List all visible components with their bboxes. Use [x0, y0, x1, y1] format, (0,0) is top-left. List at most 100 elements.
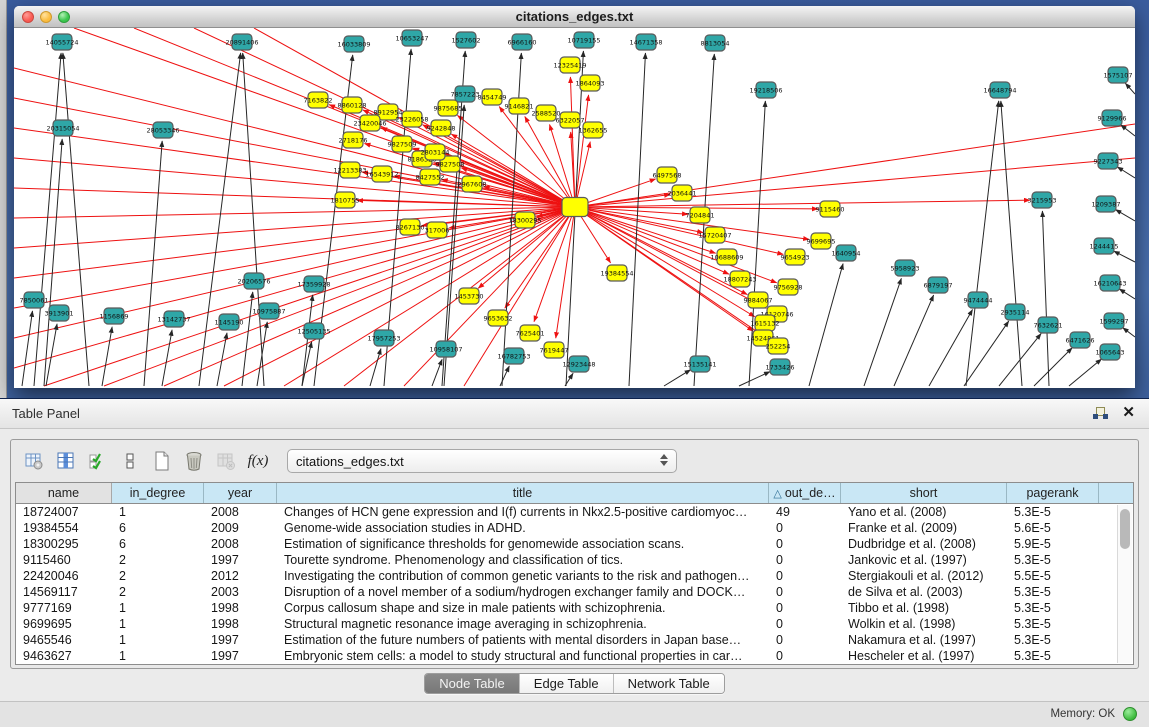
graph-node[interactable]: 7619447	[540, 342, 569, 358]
cell-name[interactable]: 18724007	[16, 504, 112, 520]
window-titlebar[interactable]: citations_edges.txt	[14, 6, 1135, 28]
cell-year[interactable]: 1998	[204, 600, 277, 616]
cell-in_degree[interactable]: 1	[112, 648, 204, 664]
graph-node[interactable]: 1810755	[331, 192, 360, 208]
graph-node[interactable]: 15135141	[683, 356, 716, 372]
graph-node[interactable]: 7625401	[516, 325, 545, 341]
cell-out_degree[interactable]: 0	[769, 552, 841, 568]
cell-pagerank[interactable]: 5.3E-5	[1007, 632, 1099, 648]
cell-out_degree[interactable]: 0	[769, 632, 841, 648]
cell-title[interactable]: Corpus callosum shape and size in male p…	[277, 600, 769, 616]
cell-in_degree[interactable]: 6	[112, 536, 204, 552]
graph-node[interactable]: 16210643	[1093, 275, 1126, 291]
cell-in_degree[interactable]: 1	[112, 632, 204, 648]
vertical-scrollbar[interactable]	[1117, 505, 1132, 663]
cell-short[interactable]: Dudbridge et al. (2008)	[841, 536, 1007, 552]
cell-out_degree[interactable]: 49	[769, 504, 841, 520]
table-row[interactable]: 1938455462009Genome-wide association stu…	[16, 520, 1117, 536]
table-selector[interactable]: citations_edges.txt	[287, 449, 677, 473]
cell-title[interactable]: Embryonic stem cells: a model to study s…	[277, 648, 769, 664]
graph-node[interactable]: 3215953	[1028, 192, 1057, 208]
cell-year[interactable]: 2008	[204, 536, 277, 552]
column-header-title[interactable]: title	[277, 483, 769, 503]
graph-node[interactable]: 9115460	[816, 201, 845, 217]
minimize-window-button[interactable]	[40, 11, 52, 23]
graph-node[interactable]: 8860128	[338, 97, 367, 113]
table-row[interactable]: 1456911722003Disruption of a novel membe…	[16, 584, 1117, 600]
table-row[interactable]: 969969511998Structural magnetic resonanc…	[16, 616, 1117, 632]
graph-node[interactable]: 2803144	[421, 144, 450, 160]
graph-node[interactable]: 6471626	[1066, 332, 1095, 348]
graph-node[interactable]: 17957253	[367, 330, 400, 346]
cell-short[interactable]: Jankovic et al. (1997)	[841, 552, 1007, 568]
graph-node[interactable]: 7632621	[1034, 317, 1063, 333]
graph-node[interactable]: 13142737	[157, 311, 190, 327]
cell-title[interactable]: Estimation of the future numbers of pati…	[277, 632, 769, 648]
cell-name[interactable]: 9115460	[16, 552, 112, 568]
graph-node[interactable]: 19218506	[749, 82, 782, 98]
graph-node[interactable]: 14055724	[45, 34, 78, 50]
cell-out_degree[interactable]: 0	[769, 536, 841, 552]
table-row[interactable]: 946554611997Estimation of the future num…	[16, 632, 1117, 648]
cell-pagerank[interactable]: 5.3E-5	[1007, 616, 1099, 632]
graph-node[interactable]: 317006	[425, 222, 450, 238]
graph-node[interactable]: 6966160	[508, 34, 537, 50]
close-panel-icon[interactable]: ✕	[1122, 404, 1135, 422]
graph-node[interactable]: 9474444	[964, 292, 993, 308]
cell-title[interactable]: Estimation of significance thresholds fo…	[277, 536, 769, 552]
graph-node[interactable]: 7163822	[304, 92, 333, 108]
delete-column-icon[interactable]	[179, 446, 209, 476]
graph-node[interactable]: 1640954	[832, 245, 861, 261]
cell-pagerank[interactable]: 5.3E-5	[1007, 504, 1099, 520]
cell-short[interactable]: Yano et al. (2008)	[841, 504, 1007, 520]
cell-year[interactable]: 1997	[204, 648, 277, 664]
graph-node[interactable]: 16033809	[337, 36, 370, 52]
graph-node[interactable]: 1209387	[1092, 196, 1121, 212]
graph-node[interactable]: 16648794	[983, 82, 1016, 98]
cell-pagerank[interactable]: 5.5E-5	[1007, 568, 1099, 584]
float-panel-icon[interactable]	[1093, 406, 1109, 422]
graph-node[interactable]: 1864093	[576, 75, 605, 91]
cell-pagerank[interactable]: 5.3E-5	[1007, 552, 1099, 568]
graph-node[interactable]: 8427552	[416, 169, 445, 185]
delete-table-icon[interactable]	[211, 446, 241, 476]
cell-title[interactable]: Investigating the contribution of common…	[277, 568, 769, 584]
graph-node[interactable]	[562, 198, 588, 217]
column-header-out_degree[interactable]: △out_de…	[769, 483, 841, 503]
cell-title[interactable]: Changes of HCN gene expression and I(f) …	[277, 504, 769, 520]
graph-node[interactable]: 1244415	[1090, 238, 1119, 254]
cell-year[interactable]: 1997	[204, 552, 277, 568]
cell-title[interactable]: Disruption of a novel member of a sodium…	[277, 584, 769, 600]
column-header-pagerank[interactable]: pagerank	[1007, 483, 1099, 503]
cell-in_degree[interactable]: 6	[112, 520, 204, 536]
row-check-icon[interactable]	[83, 446, 113, 476]
cell-name[interactable]: 9777169	[16, 600, 112, 616]
tab-network-table[interactable]: Network Table	[614, 674, 724, 693]
column-header-year[interactable]: year	[204, 483, 277, 503]
cell-name[interactable]: 9465546	[16, 632, 112, 648]
graph-node[interactable]: 1733426	[766, 359, 795, 375]
graph-node[interactable]: 16782753	[497, 348, 530, 364]
cell-pagerank[interactable]: 5.3E-5	[1007, 648, 1099, 664]
cell-year[interactable]: 1997	[204, 632, 277, 648]
tab-edge-table[interactable]: Edge Table	[520, 674, 614, 693]
cell-in_degree[interactable]: 2	[112, 552, 204, 568]
cell-name[interactable]: 9699695	[16, 616, 112, 632]
graph-node[interactable]: 6497568	[653, 167, 682, 183]
graph-node[interactable]: 14671358	[629, 34, 662, 50]
cell-year[interactable]: 1998	[204, 616, 277, 632]
function-builder-icon[interactable]: f(x)	[243, 446, 273, 476]
graph-node[interactable]: 20206576	[237, 273, 270, 289]
table-row[interactable]: 1872400712008Changes of HCN gene express…	[16, 504, 1117, 520]
graph-node[interactable]: 9756928	[774, 279, 803, 295]
cell-in_degree[interactable]: 2	[112, 584, 204, 600]
graph-node[interactable]: 19384554	[600, 265, 633, 281]
cell-short[interactable]: Franke et al. (2009)	[841, 520, 1007, 536]
cell-title[interactable]: Structural magnetic resonance image aver…	[277, 616, 769, 632]
graph-node[interactable]: 9242848	[427, 120, 456, 136]
cell-name[interactable]: 19384554	[16, 520, 112, 536]
graph-node[interactable]: 2967608	[458, 176, 487, 192]
graph-node[interactable]: 2036441	[668, 185, 697, 201]
cell-in_degree[interactable]: 1	[112, 504, 204, 520]
graph-node[interactable]: 8454749	[478, 89, 507, 105]
